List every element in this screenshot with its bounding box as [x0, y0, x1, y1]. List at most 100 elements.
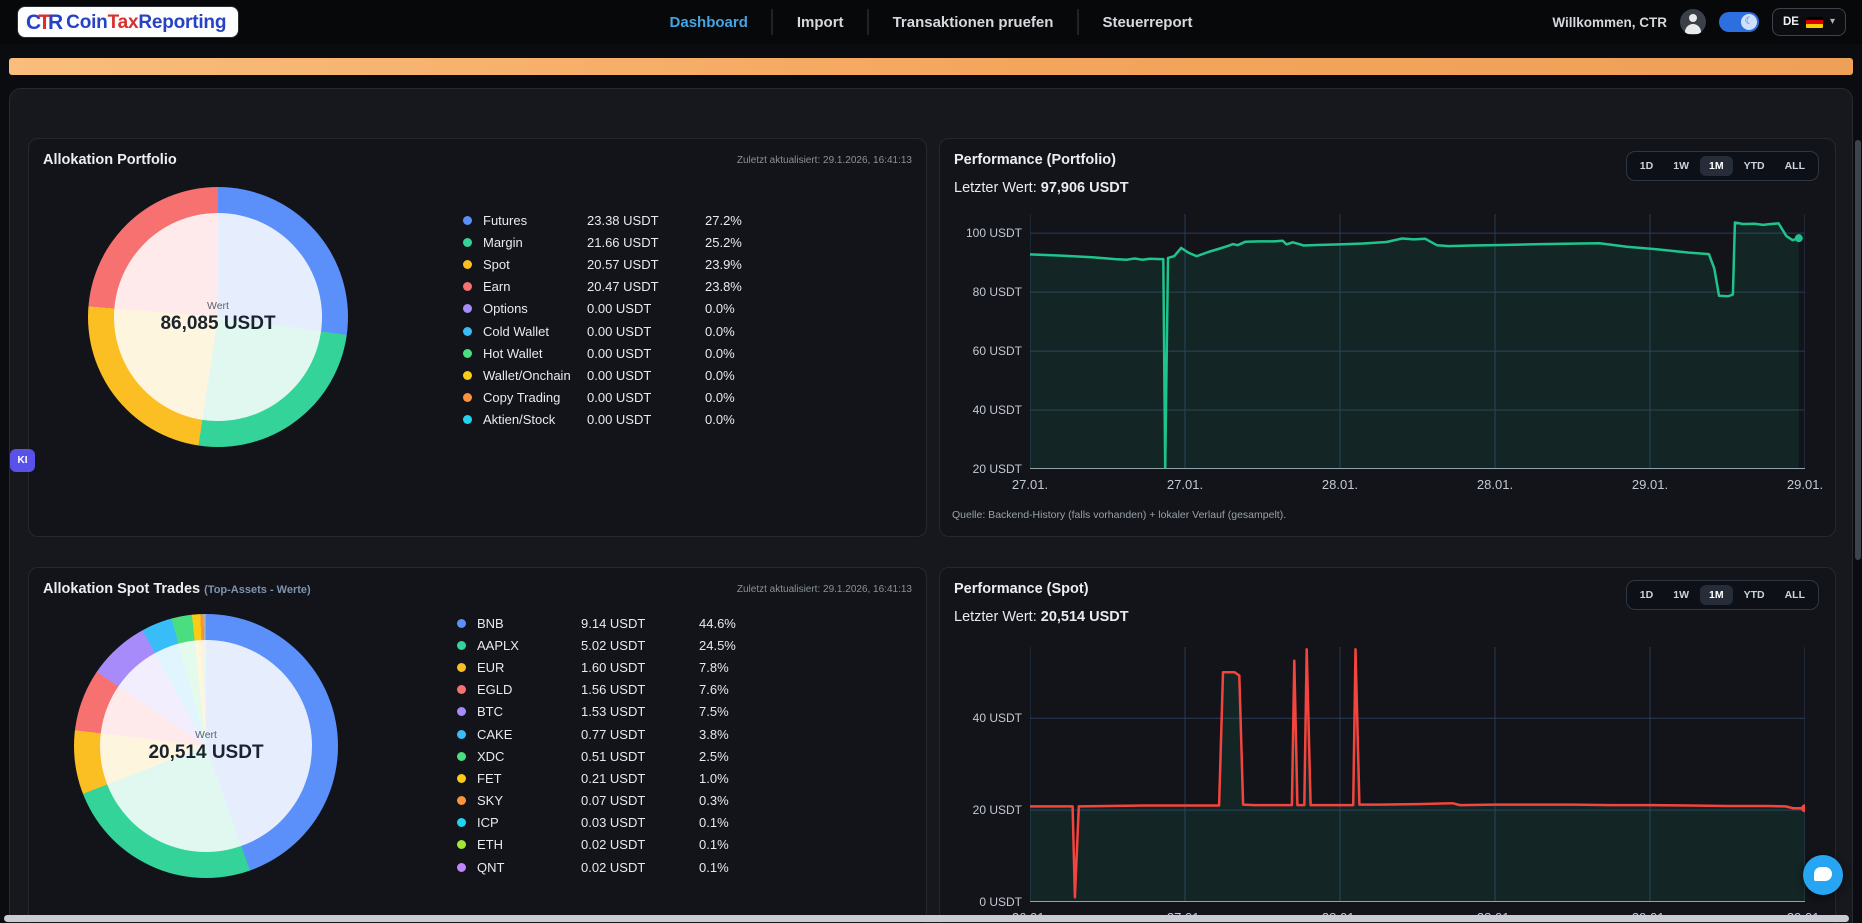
- legend-item-options[interactable]: Options0.00 USDT0.0%: [463, 298, 823, 320]
- range-button-ytd[interactable]: YTD: [1735, 585, 1774, 605]
- legend-color-dot: [457, 752, 466, 761]
- legend-value: 1.56 USDT: [581, 682, 699, 697]
- range-button-1m[interactable]: 1M: [1700, 585, 1733, 605]
- vertical-scrollbar[interactable]: [1855, 140, 1861, 560]
- last-value-label: Letzter Wert:: [954, 609, 1037, 625]
- spot-donut-chart[interactable]: Wert 20,514 USDT: [74, 614, 338, 878]
- legend-color-dot: [463, 371, 472, 380]
- last-updated-text: Zuletzt aktualisiert: 29.1.2026, 16:41:1…: [737, 584, 912, 595]
- legend-item-aaplx[interactable]: AAPLX5.02 USDT24.5%: [457, 634, 817, 656]
- legend-color-dot: [457, 840, 466, 849]
- donut-center-label: Wert: [207, 300, 229, 312]
- brand-name: CoinTaxReporting: [66, 13, 226, 32]
- legend-item-copy-trading[interactable]: Copy Trading0.00 USDT0.0%: [463, 387, 823, 409]
- legend-value: 0.00 USDT: [587, 368, 705, 383]
- last-value-amount: 97,906 USDT: [1041, 180, 1129, 196]
- brand-logo[interactable]: CTR CoinTaxReporting: [18, 7, 238, 37]
- nav-right: Willkommen, CTR ☾ DE ▾: [1552, 0, 1846, 44]
- legend-item-egld[interactable]: EGLD1.56 USDT7.6%: [457, 679, 817, 701]
- legend-color-dot: [463, 349, 472, 358]
- legend-item-btc[interactable]: BTC1.53 USDT7.5%: [457, 701, 817, 723]
- x-axis-label: 29.01.: [1787, 477, 1823, 492]
- legend-percent: 0.0%: [705, 346, 735, 361]
- dark-mode-toggle[interactable]: ☾: [1719, 12, 1759, 32]
- legend-item-fet[interactable]: FET0.21 USDT1.0%: [457, 767, 817, 789]
- legend-item-xdc[interactable]: XDC0.51 USDT2.5%: [457, 745, 817, 767]
- legend-percent: 23.8%: [705, 279, 742, 294]
- line-chart-svg: [1030, 214, 1805, 469]
- language-select[interactable]: DE ▾: [1772, 8, 1846, 36]
- legend-item-eur[interactable]: EUR1.60 USDT7.8%: [457, 656, 817, 678]
- legend-percent: 2.5%: [699, 749, 729, 764]
- brand-mark-icon: CTR: [26, 12, 60, 33]
- portfolio-line-chart[interactable]: [1030, 214, 1805, 469]
- portfolio-donut-chart[interactable]: Wert 86,085 USDT: [88, 187, 348, 447]
- range-button-all[interactable]: ALL: [1776, 585, 1814, 605]
- legend-label: AAPLX: [477, 638, 581, 653]
- legend-item-earn[interactable]: Earn20.47 USDT23.8%: [463, 276, 823, 298]
- nav-item-steuerreport[interactable]: Steuerreport: [1078, 14, 1216, 31]
- nav-item-dashboard[interactable]: Dashboard: [646, 14, 772, 31]
- range-button-1w[interactable]: 1W: [1664, 585, 1698, 605]
- nav-item-transaktionen-pruefen[interactable]: Transaktionen pruefen: [869, 14, 1078, 31]
- spot-line-chart[interactable]: [1030, 647, 1805, 902]
- y-axis-label: 80 USDT: [952, 285, 1022, 299]
- range-button-all[interactable]: ALL: [1776, 156, 1814, 176]
- legend-item-cake[interactable]: CAKE0.77 USDT3.8%: [457, 723, 817, 745]
- brand-name-part: Tax: [108, 12, 139, 33]
- legend-percent: 3.8%: [699, 727, 729, 742]
- legend-label: Wallet/Onchain: [483, 368, 587, 383]
- legend-color-dot: [457, 641, 466, 650]
- legend-label: BNB: [477, 616, 581, 631]
- legend-percent: 7.6%: [699, 682, 729, 697]
- donut-center-amount: 20,514 USDT: [148, 742, 263, 764]
- card-performance-spot: Performance (Spot) 1D1W1MYTDALL Letzter …: [939, 567, 1836, 923]
- y-axis-label: 0 USDT: [952, 895, 1022, 909]
- legend-item-futures[interactable]: Futures23.38 USDT27.2%: [463, 209, 823, 231]
- legend-color-dot: [457, 619, 466, 628]
- range-button-1d[interactable]: 1D: [1631, 585, 1662, 605]
- legend-item-margin[interactable]: Margin21.66 USDT25.2%: [463, 231, 823, 253]
- legend-color-dot: [463, 260, 472, 269]
- legend-color-dot: [463, 327, 472, 336]
- legend-color-dot: [463, 415, 472, 424]
- legend-item-aktien-stock[interactable]: Aktien/Stock0.00 USDT0.0%: [463, 409, 823, 431]
- legend-item-icp[interactable]: ICP0.03 USDT0.1%: [457, 812, 817, 834]
- legend-item-sky[interactable]: SKY0.07 USDT0.3%: [457, 790, 817, 812]
- user-avatar[interactable]: [1680, 9, 1706, 35]
- nav-item-import[interactable]: Import: [773, 14, 868, 31]
- horizontal-scrollbar[interactable]: [4, 915, 1849, 922]
- legend-item-eth[interactable]: ETH0.02 USDT0.1%: [457, 834, 817, 856]
- legend-item-wallet-onchain[interactable]: Wallet/Onchain0.00 USDT0.0%: [463, 364, 823, 386]
- legend-item-spot[interactable]: Spot20.57 USDT23.9%: [463, 253, 823, 275]
- legend-percent: 1.0%: [699, 771, 729, 786]
- legend-label: QNT: [477, 860, 581, 875]
- donut-center-value: Wert 20,514 USDT: [74, 614, 338, 878]
- legend-color-dot: [457, 818, 466, 827]
- legend-item-qnt[interactable]: QNT0.02 USDT0.1%: [457, 856, 817, 878]
- legend-value: 0.00 USDT: [587, 346, 705, 361]
- brand-name-part: Reporting: [138, 12, 226, 33]
- legend-label: EGLD: [477, 682, 581, 697]
- range-button-1m[interactable]: 1M: [1700, 156, 1733, 176]
- legend-item-bnb[interactable]: BNB9.14 USDT44.6%: [457, 612, 817, 634]
- legend-value: 0.00 USDT: [587, 412, 705, 427]
- range-button-1d[interactable]: 1D: [1631, 156, 1662, 176]
- legend-value: 0.03 USDT: [581, 815, 699, 830]
- legend-value: 23.38 USDT: [587, 213, 705, 228]
- legend-item-hot-wallet[interactable]: Hot Wallet0.00 USDT0.0%: [463, 342, 823, 364]
- legend-item-cold-wallet[interactable]: Cold Wallet0.00 USDT0.0%: [463, 320, 823, 342]
- legend-value: 21.66 USDT: [587, 235, 705, 250]
- ki-assistant-button[interactable]: KI: [10, 449, 35, 472]
- legend-value: 0.00 USDT: [587, 390, 705, 405]
- legend-color-dot: [457, 685, 466, 694]
- legend-label: Futures: [483, 213, 587, 228]
- range-button-1w[interactable]: 1W: [1664, 156, 1698, 176]
- card-allocation-portfolio: Allokation Portfolio Zuletzt aktualisier…: [28, 138, 927, 537]
- range-button-ytd[interactable]: YTD: [1735, 156, 1774, 176]
- legend-percent: 7.8%: [699, 660, 729, 675]
- last-value-row: Letzter Wert: 20,514 USDT: [954, 609, 1129, 625]
- legend-color-dot: [457, 663, 466, 672]
- legend-color-dot: [457, 863, 466, 872]
- chat-widget-button[interactable]: [1803, 855, 1843, 895]
